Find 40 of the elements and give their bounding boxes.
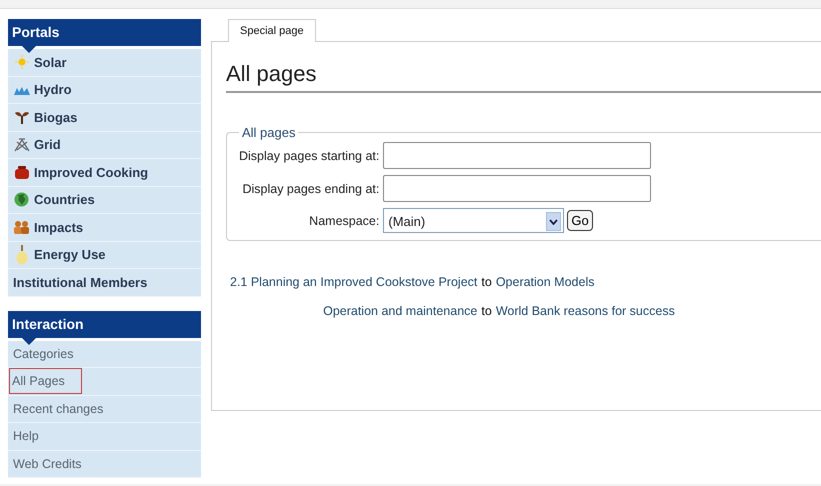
page-tab[interactable]: Special page bbox=[228, 19, 316, 42]
sidebar-item[interactable]: Hydro bbox=[8, 76, 201, 104]
section-title: Interaction bbox=[12, 316, 85, 332]
sidebar-item[interactable]: Solar bbox=[8, 49, 201, 76]
people-icon bbox=[13, 220, 30, 234]
sun-icon bbox=[13, 55, 30, 70]
page-link[interactable]: World Bank reasons for success bbox=[496, 304, 675, 318]
page-link[interactable]: Operation Models bbox=[496, 275, 594, 289]
group-legend: All pages bbox=[239, 125, 298, 140]
namespace-dropdown[interactable]: (Main) bbox=[383, 208, 564, 233]
sidebar-item[interactable]: Categories bbox=[8, 340, 201, 368]
field-label: Namespace: bbox=[308, 214, 380, 228]
section-title: Portals bbox=[12, 24, 60, 40]
joiner-text: to bbox=[481, 304, 492, 318]
sidebar-item[interactable]: Biogas bbox=[8, 104, 201, 132]
sidebar-item[interactable]: Grid bbox=[8, 132, 201, 159]
plant-icon bbox=[13, 110, 30, 124]
sidebar-item[interactable]: All Pages bbox=[8, 368, 201, 396]
tower-icon bbox=[13, 138, 30, 152]
page-heading: All pages bbox=[226, 61, 821, 93]
field-label: Display pages ending at: bbox=[241, 182, 380, 196]
sidebar-item[interactable]: Energy Use bbox=[8, 242, 201, 269]
sidebar-item[interactable]: Institutional Members bbox=[8, 269, 201, 296]
sidebar-item[interactable]: Web Credits bbox=[8, 450, 201, 478]
joiner-text: to bbox=[481, 275, 492, 289]
go-button[interactable]: Go bbox=[567, 210, 593, 231]
sidebar-item[interactable]: Impacts bbox=[8, 214, 201, 242]
page-link[interactable]: 2.1 Planning an Improved Cookstove Project bbox=[230, 275, 478, 289]
caret-icon bbox=[546, 212, 562, 231]
sidebar-item[interactable]: Countries bbox=[8, 186, 201, 214]
sidebar-item[interactable]: Recent changes bbox=[8, 396, 201, 423]
pot-icon bbox=[13, 166, 30, 179]
page-link[interactable]: Operation and maintenance bbox=[323, 304, 478, 318]
field-label: Display pages starting at: bbox=[239, 148, 380, 162]
globe-icon bbox=[13, 192, 30, 208]
input-field[interactable] bbox=[383, 175, 652, 202]
waves-icon bbox=[13, 84, 30, 95]
input-field[interactable] bbox=[383, 142, 652, 169]
sidebar-item[interactable]: Help bbox=[8, 423, 201, 450]
sidebar-item[interactable]: Improved Cooking bbox=[8, 159, 201, 186]
